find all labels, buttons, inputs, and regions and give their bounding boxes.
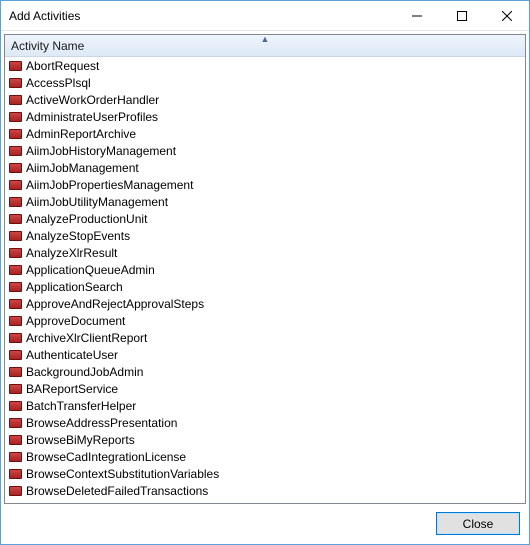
activity-name: AiimJobHistoryManagement xyxy=(26,144,176,158)
list-item[interactable]: BrowseDeletedFailedTransactions xyxy=(5,482,525,499)
activity-icon xyxy=(9,486,22,496)
list-item[interactable]: AuthenticateUser xyxy=(5,346,525,363)
list-item[interactable]: BrowseContextSubstitutionVariables xyxy=(5,465,525,482)
activity-name: AiimJobPropertiesManagement xyxy=(26,178,193,192)
activity-name: AccessPlsql xyxy=(26,76,91,90)
activity-icon xyxy=(9,418,22,428)
list-item[interactable]: AiimJobPropertiesManagement xyxy=(5,176,525,193)
activity-name: AiimJobUtilityManagement xyxy=(26,195,168,209)
list-item[interactable]: AdminReportArchive xyxy=(5,125,525,142)
list-item[interactable]: BrowseBiMyReports xyxy=(5,431,525,448)
list-item[interactable]: AnalyzeProductionUnit xyxy=(5,210,525,227)
list-item[interactable]: ApplicationQueueAdmin xyxy=(5,261,525,278)
activity-icon xyxy=(9,299,22,309)
activity-icon xyxy=(9,146,22,156)
list-item[interactable]: AnalyzeStopEvents xyxy=(5,227,525,244)
activity-name: ArchiveXlrClientReport xyxy=(26,331,147,345)
activity-icon xyxy=(9,401,22,411)
activity-list-scroll[interactable]: AbortRequest AccessPlsql ActiveWorkOrderHa… xyxy=(5,57,525,503)
activity-name: AdministrateUserProfiles xyxy=(26,110,158,124)
activity-name: AdminReportArchive xyxy=(26,127,136,141)
activity-icon xyxy=(9,265,22,275)
list-item[interactable]: AbortRequest xyxy=(5,57,525,74)
activity-name: ApplicationQueueAdmin xyxy=(26,263,155,277)
close-icon xyxy=(502,11,512,21)
sort-ascending-icon: ▲ xyxy=(261,35,270,44)
list-item[interactable]: AiimJobUtilityManagement xyxy=(5,193,525,210)
activity-name: BAReportService xyxy=(26,382,118,396)
button-bar: Close xyxy=(4,504,526,541)
activity-icon xyxy=(9,384,22,394)
activity-icon xyxy=(9,435,22,445)
activity-name: BrowseBiMyReports xyxy=(26,433,135,447)
activity-icon xyxy=(9,367,22,377)
list-item[interactable]: BatchTransferHelper xyxy=(5,397,525,414)
activity-name: BrowseContextSubstitutionVariables xyxy=(26,467,219,481)
activity-name: AnalyzeProductionUnit xyxy=(26,212,147,226)
list-item[interactable]: ArchiveXlrClientReport xyxy=(5,329,525,346)
activity-name: BatchTransferHelper xyxy=(26,399,136,413)
activity-list: ▲ Activity Name AbortRequestAccessPlsqlA… xyxy=(4,34,526,504)
minimize-icon xyxy=(412,11,422,21)
activity-icon xyxy=(9,452,22,462)
window-controls xyxy=(394,1,529,30)
activity-icon xyxy=(9,350,22,360)
activity-icon xyxy=(9,112,22,122)
list-item[interactable]: BrowseAddressPresentation xyxy=(5,414,525,431)
list-item[interactable]: ApproveAndRejectApprovalSteps xyxy=(5,295,525,312)
activity-icon xyxy=(9,333,22,343)
activity-icon xyxy=(9,316,22,326)
activity-name: AuthenticateUser xyxy=(26,348,118,362)
close-button-label: Close xyxy=(463,517,494,531)
titlebar: Add Activities xyxy=(1,1,529,31)
maximize-button[interactable] xyxy=(439,1,484,30)
activity-name: AbortRequest xyxy=(26,59,99,73)
list-item[interactable]: AiimJobManagement xyxy=(5,159,525,176)
activity-icon xyxy=(9,282,22,292)
minimize-button[interactable] xyxy=(394,1,439,30)
activity-icon xyxy=(9,78,22,88)
list-item[interactable]: AccessPlsql xyxy=(5,74,525,91)
activity-name: AiimJobManagement xyxy=(26,161,139,175)
maximize-icon xyxy=(457,11,467,21)
activity-icon xyxy=(9,469,22,479)
activity-icon xyxy=(9,129,22,139)
list-item[interactable]: BackgroundJobAdmin xyxy=(5,363,525,380)
window-title: Add Activities xyxy=(9,9,394,23)
activity-icon xyxy=(9,180,22,190)
activity-name: BrowseCadIntegrationLicense xyxy=(26,450,186,464)
activity-icon xyxy=(9,248,22,258)
list-item[interactable]: BrowseCadIntegrationLicense xyxy=(5,448,525,465)
activity-icon xyxy=(9,197,22,207)
list-item[interactable]: ApproveDocument xyxy=(5,312,525,329)
activity-icon xyxy=(9,214,22,224)
activity-icon xyxy=(9,163,22,173)
activity-name: BackgroundJobAdmin xyxy=(26,365,143,379)
activity-name: AnalyzeStopEvents xyxy=(26,229,130,243)
list-item[interactable]: AiimJobHistoryManagement xyxy=(5,142,525,159)
activity-name: ApproveDocument xyxy=(26,314,125,328)
activity-name: ActiveWorkOrderHandler xyxy=(26,93,159,107)
close-window-button[interactable] xyxy=(484,1,529,30)
activity-name: AnalyzeXlrResult xyxy=(26,246,117,260)
activity-name: ApproveAndRejectApprovalSteps xyxy=(26,297,204,311)
activity-name: BrowseAddressPresentation xyxy=(26,416,177,430)
column-header-label: Activity Name xyxy=(5,39,84,53)
list-item[interactable]: ApplicationSearch xyxy=(5,278,525,295)
close-button[interactable]: Close xyxy=(436,512,520,535)
list-item[interactable]: BAReportService xyxy=(5,380,525,397)
activity-icon xyxy=(9,95,22,105)
dialog-content: ▲ Activity Name AbortRequestAccessPlsqlA… xyxy=(1,31,529,544)
activity-icon xyxy=(9,231,22,241)
activity-icon xyxy=(9,61,22,71)
list-item[interactable]: ActiveWorkOrderHandler xyxy=(5,91,525,108)
activity-name: ApplicationSearch xyxy=(26,280,123,294)
column-header-activity-name[interactable]: ▲ Activity Name xyxy=(5,35,525,57)
activity-name: BrowseDeletedFailedTransactions xyxy=(26,484,208,498)
list-item[interactable]: AdministrateUserProfiles xyxy=(5,108,525,125)
add-activities-dialog: Add Activities ▲ Activity Name AbortRequ… xyxy=(0,0,530,545)
list-item[interactable]: AnalyzeXlrResult xyxy=(5,244,525,261)
